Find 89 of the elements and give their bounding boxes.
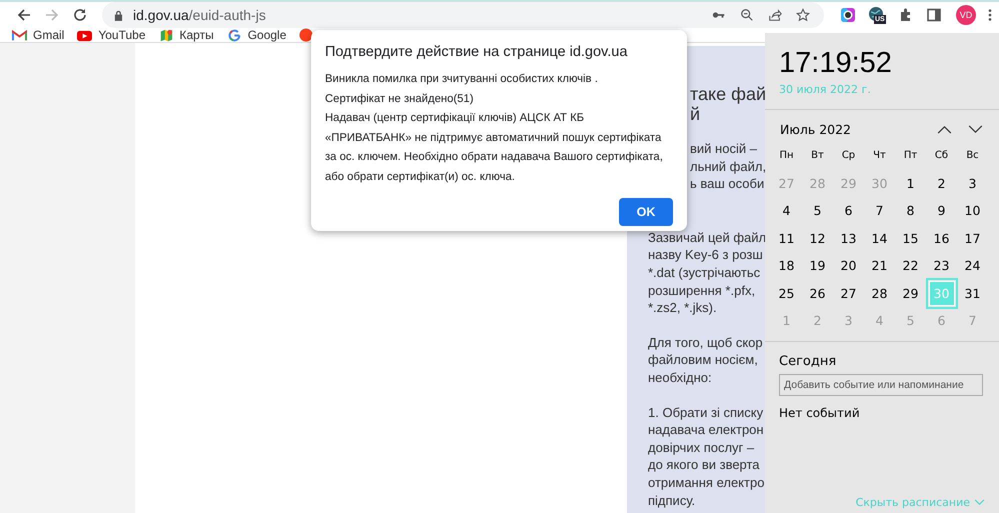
article-text: 1. Обрати зі списку — [648, 404, 764, 422]
calendar-day[interactable]: 8 — [898, 198, 924, 224]
weekday-label: Вт — [811, 150, 824, 162]
calendar-day[interactable]: 1 — [898, 170, 924, 196]
chevron-down-icon — [974, 499, 985, 506]
dialog-message: Сертифікат не знайдено(51) — [325, 92, 474, 106]
article-text: до якого ви зверта — [648, 456, 761, 474]
reload-icon[interactable] — [72, 7, 88, 23]
calendar-day[interactable]: 23 — [928, 253, 954, 278]
weekday-label: Пт — [904, 150, 918, 162]
chevron-up-icon[interactable] — [937, 124, 952, 134]
article-text: *.zs2, *.jks). — [648, 299, 718, 317]
article-text: отримання електро — [648, 474, 765, 492]
weekday-label: Пн — [779, 150, 794, 162]
weekday-label: Сб — [934, 150, 948, 162]
clock-time: 17:19:52 — [779, 46, 893, 81]
bookmark-link[interactable]: YouTube — [77, 28, 146, 42]
address-bar[interactable]: id.gov.ua/euid-auth-js — [102, 2, 824, 28]
today-label: Сегодня — [779, 354, 838, 368]
article-heading: таке фай — [690, 84, 765, 104]
calendar-day[interactable]: 26 — [804, 280, 830, 306]
calendar-day[interactable]: 29 — [898, 280, 924, 306]
ok-button[interactable]: OK — [619, 198, 673, 226]
article-text: необхідно: — [648, 368, 713, 387]
back-icon[interactable] — [16, 7, 32, 23]
map-logo-icon — [158, 28, 174, 42]
calendar-day[interactable]: 16 — [928, 226, 954, 251]
calendar-day[interactable]: 9 — [928, 198, 954, 224]
calendar-day[interactable]: 14 — [866, 226, 892, 251]
calendar-day[interactable]: 15 — [898, 226, 924, 251]
month-title[interactable]: Июль 2022 — [780, 122, 931, 136]
calendar-day[interactable]: 7 — [866, 198, 892, 224]
chevron-down-icon[interactable] — [968, 124, 983, 134]
calendar-day[interactable]: 4 — [774, 198, 800, 224]
article-text: Зазвичай цей файл — [648, 228, 765, 246]
calendar-day[interactable]: 28 — [866, 280, 892, 306]
bookmark-link[interactable]: Google — [226, 28, 286, 42]
article-text: назву Key-6 з розш — [648, 246, 764, 264]
star-icon[interactable] — [796, 8, 810, 22]
lock-icon — [114, 10, 123, 20]
article-text: ь ваш особи — [690, 175, 765, 193]
article-heading: й — [690, 104, 702, 124]
calendar-day[interactable]: 17 — [960, 226, 986, 251]
calendar-day[interactable]: 19 — [804, 253, 830, 278]
article-text: розширення *.pfx, — [648, 282, 756, 300]
calendar-day[interactable]: 11 — [774, 226, 800, 251]
menu-icon[interactable] — [988, 8, 992, 22]
calendar-day[interactable]: 24 — [960, 253, 986, 278]
profile-avatar[interactable]: VD — [956, 5, 976, 25]
calendar-day[interactable]: 22 — [898, 253, 924, 278]
calendar-day[interactable]: 31 — [960, 280, 986, 306]
calendar-day[interactable]: 10 — [960, 198, 986, 224]
article-text: Для того, щоб скор — [648, 334, 764, 352]
article-text: підпису. — [648, 492, 696, 510]
dialog-message: Виникла помилка при зчитуванні особистих ключів . — [325, 72, 599, 87]
dialog-message: Надавач (центр сертифікації ключів) АЦСК АТ КБ «ПРИВАТБАНК» не підтримує автоматичний пошук сертифіката за ос. ключем. Необхідно обрати надавача Вашого сертифіката, або обрати сертифікат(и) ос. ключа. — [325, 111, 664, 184]
g-logo-icon — [226, 28, 242, 42]
calendar-day[interactable]: 6 — [836, 198, 862, 224]
article-text: файловим носієм, — [648, 351, 759, 369]
weekday-label: Ср — [842, 150, 856, 162]
article-text: довірчих послуг – — [648, 438, 756, 456]
calendar-day[interactable]: 27 — [836, 280, 862, 306]
calendar-day[interactable]: 13 — [836, 226, 862, 251]
dialog-title: Подтвердите действие на странице id.gov.ua — [325, 44, 628, 60]
calendar-day[interactable]: 2 — [928, 170, 954, 196]
zoom-out-icon[interactable] — [740, 8, 754, 22]
weekday-label: Вс — [966, 150, 979, 162]
no-events-text: Нет событий — [779, 406, 861, 420]
play-logo-icon — [77, 28, 92, 42]
calendar-day[interactable]: 3 — [960, 170, 986, 196]
article-text: надавача електрон — [648, 421, 765, 439]
round-logo-icon[interactable] — [299, 28, 314, 42]
article-text: вий носій – — [690, 140, 758, 158]
envelope-logo-icon — [12, 28, 27, 42]
side-panel-icon[interactable] — [926, 7, 942, 23]
calendar-day[interactable]: 12 — [804, 226, 830, 251]
calendar-day[interactable]: 18 — [774, 253, 800, 278]
article-text: льний файл, — [690, 158, 765, 176]
bookmark-link[interactable]: Gmail — [12, 28, 64, 42]
color-extension-icon[interactable] — [840, 7, 856, 23]
calendar-day[interactable]: 25 — [774, 280, 800, 306]
calendar-day[interactable]: 5 — [804, 198, 830, 224]
weekday-label: Чт — [873, 150, 886, 162]
bookmark-link[interactable]: Карты — [158, 28, 214, 42]
calendar-day[interactable]: 20 — [836, 253, 862, 278]
share-icon[interactable] — [768, 8, 782, 22]
article-text: *.dat (зустрічаютьс — [648, 264, 762, 282]
event-input-field[interactable]: Добавить событие или напоминание — [779, 374, 983, 396]
calendar-day[interactable]: 21 — [866, 253, 892, 278]
